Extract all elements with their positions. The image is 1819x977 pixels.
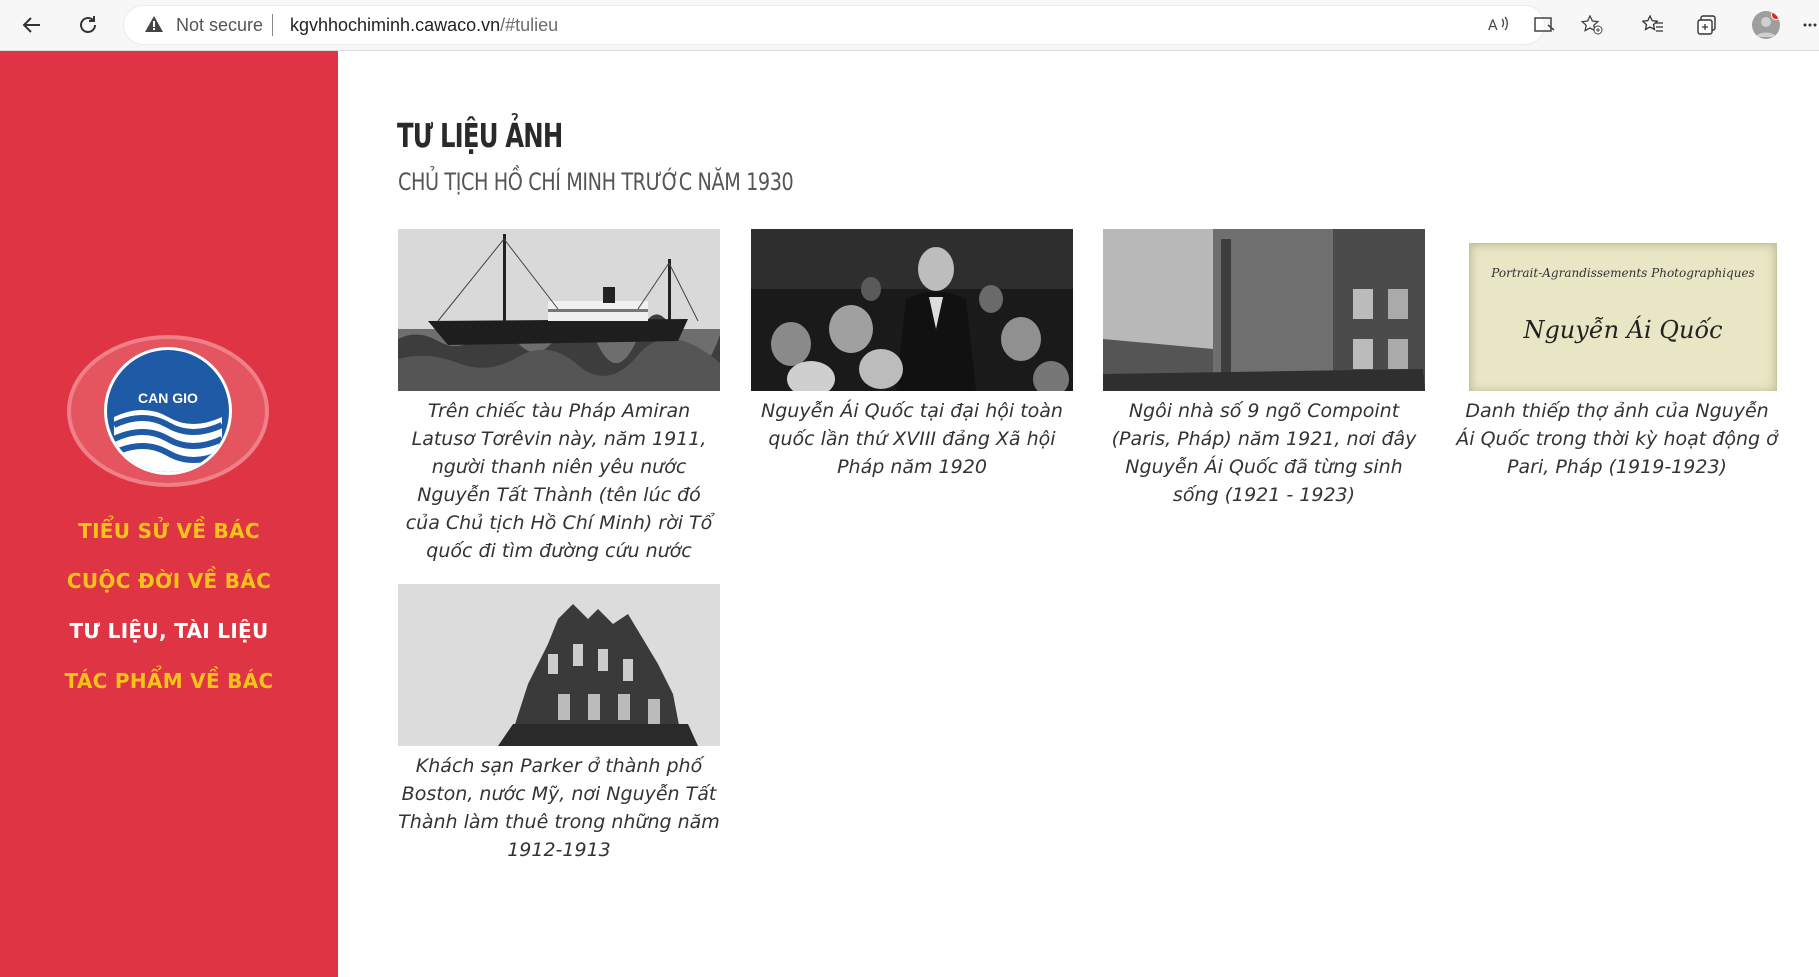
nav-tieu-su[interactable]: TIỂU SỬ VỀ BÁC: [0, 519, 338, 543]
svg-text:A: A: [1488, 18, 1498, 34]
notification-dot: [1771, 11, 1780, 20]
warning-icon[interactable]: [144, 15, 164, 38]
address-separator: [272, 14, 273, 36]
page-subtitle: CHỦ TỊCH HỒ CHÍ MINH TRƯỚC NĂM 1930: [398, 168, 794, 196]
nav-tu-lieu[interactable]: TƯ LIỆU, TÀI LIỆU: [0, 619, 338, 643]
photo-house[interactable]: [1103, 229, 1425, 391]
business-card: Portrait-Agrandissements Photographiques…: [1469, 243, 1777, 391]
profile-avatar[interactable]: [1752, 11, 1780, 39]
logo[interactable]: CAN GIO: [67, 335, 269, 487]
browser-toolbar: Not secure kgvhhochiminh.cawaco.vn/#tuli…: [0, 0, 1819, 51]
photo-congress[interactable]: [751, 229, 1073, 391]
reload-icon: [80, 16, 96, 33]
wave-icon: [112, 410, 224, 472]
security-status[interactable]: Not secure: [176, 15, 263, 36]
reload-button[interactable]: [73, 10, 103, 40]
url-text[interactable]: kgvhhochiminh.cawaco.vn/#tulieu: [290, 15, 558, 36]
photo-caption: Trên chiếc tàu Pháp Amiran Latusơ Tơrêvi…: [405, 400, 713, 562]
photo-caption: Danh thiếp thợ ảnh của Nguyễn Ái Quốc tr…: [1456, 400, 1778, 478]
photo-business-card[interactable]: Portrait-Agrandissements Photographiques…: [1456, 229, 1778, 391]
page-title: TƯ LIỆU ẢNH: [397, 116, 563, 155]
nav-tac-pham[interactable]: TÁC PHẨM VỀ BÁC: [0, 669, 338, 693]
photo-card[interactable]: Khách sạn Parker ở thành phố Boston, nướ…: [398, 584, 720, 864]
photo-caption: Ngôi nhà số 9 ngõ Compoint (Paris, Pháp)…: [1111, 400, 1417, 506]
url-host: kgvhhochiminh.cawaco.vn: [290, 15, 501, 35]
url-path: /#tulieu: [500, 15, 559, 35]
immersive-reader-icon[interactable]: [1532, 14, 1558, 36]
add-favorite-icon[interactable]: [1579, 14, 1605, 36]
nav-cuoc-doi[interactable]: CUỘC ĐỜI VỀ BÁC: [0, 569, 338, 593]
address-bar[interactable]: Not secure kgvhhochiminh.cawaco.vn/#tuli…: [124, 6, 1603, 44]
collections-icon[interactable]: [1692, 10, 1722, 40]
back-arrow-icon: [22, 17, 40, 33]
more-menu-icon[interactable]: [1800, 10, 1819, 40]
logo-emblem: CAN GIO: [104, 347, 232, 475]
photo-caption: Khách sạn Parker ở thành phố Boston, nướ…: [398, 755, 720, 861]
favorites-icon[interactable]: [1638, 10, 1668, 40]
photo-card[interactable]: Portrait-Agrandissements Photographiques…: [1456, 229, 1778, 481]
photo-card[interactable]: Trên chiếc tàu Pháp Amiran Latusơ Tơrêvi…: [398, 229, 720, 565]
photo-ship[interactable]: [398, 229, 720, 391]
sidebar: CAN GIO TIỂU SỬ VỀ BÁC CUỘC ĐỜI VỀ BÁC T…: [0, 51, 338, 977]
read-aloud-icon[interactable]: A: [1486, 14, 1512, 36]
business-card-name: Nguyễn Ái Quốc: [1523, 316, 1723, 344]
photo-hotel[interactable]: [398, 584, 720, 746]
photo-caption: Nguyễn Ái Quốc tại đại hội toàn quốc lần…: [761, 400, 1063, 478]
photo-card[interactable]: Nguyễn Ái Quốc tại đại hội toàn quốc lần…: [751, 229, 1073, 481]
back-button[interactable]: [17, 10, 47, 40]
photo-card[interactable]: Ngôi nhà số 9 ngõ Compoint (Paris, Pháp)…: [1103, 229, 1425, 509]
business-card-header: Portrait-Agrandissements Photographiques: [1491, 266, 1755, 280]
